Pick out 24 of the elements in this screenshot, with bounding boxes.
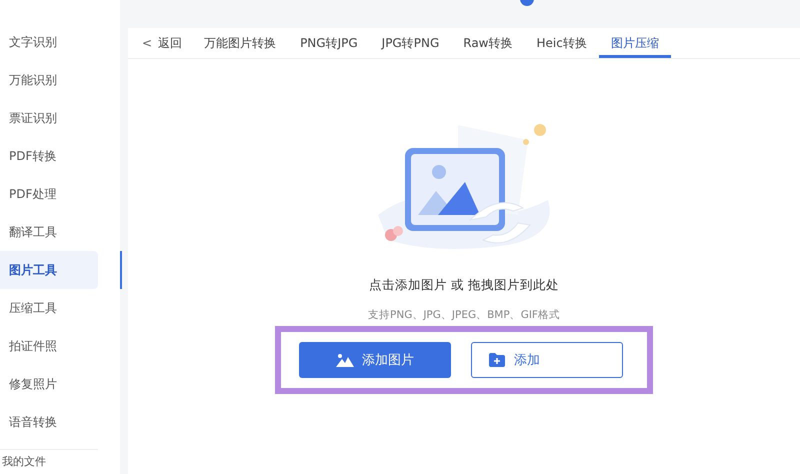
add-folder-button[interactable]: 添加 [471,342,623,378]
tab[interactable]: Heic转换 [524,28,599,58]
supported-formats-text: 支持PNG、JPG、JPEG、BMP、GIF格式 [368,308,560,322]
sidebar-item[interactable]: PDF处理 [0,175,120,213]
sidebar-item[interactable]: 翻译工具 [0,213,120,251]
tab[interactable]: PNG转JPG [288,28,370,58]
sidebar-item[interactable]: 万能识别 [0,61,120,99]
sidebar-item[interactable]: 拍证件照 [0,327,120,365]
sidebar-item[interactable]: 文字识别 [0,23,120,61]
folder-plus-icon [488,353,506,367]
tab[interactable]: Raw转换 [451,28,524,58]
tab[interactable]: 万能图片转换 [192,28,288,58]
add-image-button[interactable]: 添加图片 [299,342,451,378]
sidebar-item[interactable]: 图片工具 [0,251,98,289]
sidebar-item[interactable]: PDF转换 [0,137,120,175]
sidebar-item[interactable]: 压缩工具 [0,289,120,327]
mountain-icon [336,353,354,367]
sidebar-footer-item[interactable]: 我的文件 [0,449,98,468]
sidebar-item[interactable]: 修复照片 [0,365,120,403]
sidebar-item[interactable]: 票证识别 [0,99,120,137]
upload-prompt: 点击添加图片 或 拖拽图片到此处 [369,277,559,294]
tab[interactable]: JPG转PNG [370,28,452,58]
back-button[interactable]: < 返回 [142,28,182,58]
sidebar-item[interactable]: 语音转换 [0,403,120,441]
